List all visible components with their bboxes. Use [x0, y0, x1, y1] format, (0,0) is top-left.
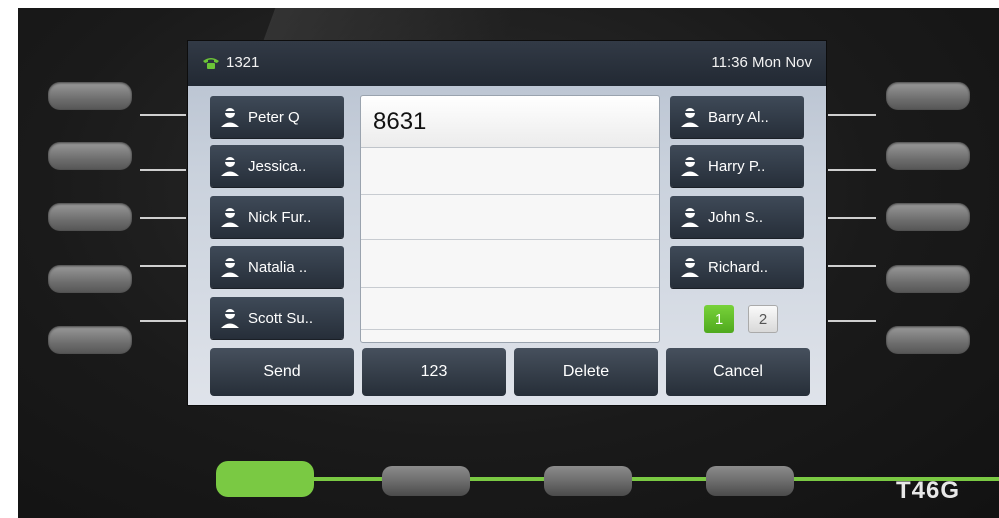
contact-label: Scott Su..: [248, 309, 314, 327]
contact-person-icon: [681, 208, 699, 227]
connector-line: [828, 265, 876, 267]
contact-person-icon: [221, 157, 239, 176]
connector-line: [140, 114, 186, 116]
phone-screen: 1321 11:36 Mon Nov Peter Q Jessica.. Nic…: [188, 41, 826, 405]
line-key-right-1[interactable]: [886, 82, 970, 110]
contact-person-icon: [221, 208, 239, 227]
connector-line: [140, 217, 186, 219]
contact-key-left-4[interactable]: Natalia ..: [210, 246, 344, 288]
connector-line: [140, 265, 186, 267]
dial-number-input[interactable]: 8631: [361, 96, 659, 148]
line-key-right-5[interactable]: [886, 326, 970, 354]
soft-key-4[interactable]: [706, 466, 794, 496]
send-button[interactable]: Send: [210, 348, 354, 396]
line-key-right-4[interactable]: [886, 265, 970, 293]
contact-label: Harry P..: [708, 157, 766, 175]
contact-key-right-3[interactable]: John S..: [670, 196, 804, 238]
line-key-left-4[interactable]: [48, 265, 132, 293]
page-indicator-current[interactable]: 1: [704, 305, 734, 333]
contact-key-right-1[interactable]: Barry Al..: [670, 96, 804, 138]
line-key-left-2[interactable]: [48, 142, 132, 170]
contact-key-left-5[interactable]: Scott Su..: [210, 297, 344, 339]
connector-line: [828, 114, 876, 116]
connector-line: [140, 320, 186, 322]
contact-key-right-2[interactable]: Harry P..: [670, 145, 804, 187]
connector-line: [828, 320, 876, 322]
contact-person-icon: [681, 157, 699, 176]
connector-line: [828, 217, 876, 219]
delete-button[interactable]: Delete: [514, 348, 658, 396]
line-key-right-3[interactable]: [886, 203, 970, 231]
contact-label: Richard..: [708, 258, 769, 276]
contact-label: Jessica..: [248, 157, 307, 175]
contact-key-right-4[interactable]: Richard..: [670, 246, 804, 288]
soft-key-2[interactable]: [382, 466, 470, 496]
status-bar: 1321 11:36 Mon Nov: [188, 41, 826, 86]
list-divider: [361, 239, 659, 240]
cancel-button[interactable]: Cancel: [666, 348, 810, 396]
soft-key-1-highlighted[interactable]: [216, 461, 314, 497]
contact-key-left-1[interactable]: Peter Q: [210, 96, 344, 138]
line-key-left-1[interactable]: [48, 82, 132, 110]
list-divider: [361, 194, 659, 195]
line-key-right-2[interactable]: [886, 142, 970, 170]
dial-list: 8631: [360, 95, 660, 343]
datetime: 11:36 Mon Nov: [711, 54, 812, 71]
list-divider: [361, 287, 659, 288]
line-key-left-3[interactable]: [48, 203, 132, 231]
contact-label: Peter Q: [248, 108, 300, 126]
connector-line: [140, 169, 186, 171]
contact-person-icon: [681, 258, 699, 277]
contact-person-icon: [221, 108, 239, 127]
contact-label: Natalia ..: [248, 258, 308, 276]
contact-label: Barry Al..: [708, 108, 769, 126]
contact-key-left-2[interactable]: Jessica..: [210, 145, 344, 187]
contact-key-left-3[interactable]: Nick Fur..: [210, 196, 344, 238]
contact-label: John S..: [708, 208, 764, 226]
status-line-info: 1321: [202, 54, 259, 71]
soft-key-3[interactable]: [544, 466, 632, 496]
page-indicator-next[interactable]: 2: [748, 305, 778, 333]
contact-person-icon: [221, 258, 239, 277]
extension-number: 1321: [226, 54, 260, 71]
input-mode-button[interactable]: 123: [362, 348, 506, 396]
connector-line: [828, 169, 876, 171]
model-label: T46G: [896, 477, 961, 504]
phone-handset-icon: [203, 57, 219, 69]
contact-person-icon: [221, 309, 239, 328]
list-divider: [361, 329, 659, 330]
contact-person-icon: [681, 108, 699, 127]
line-key-left-5[interactable]: [48, 326, 132, 354]
contact-label: Nick Fur..: [248, 208, 312, 226]
